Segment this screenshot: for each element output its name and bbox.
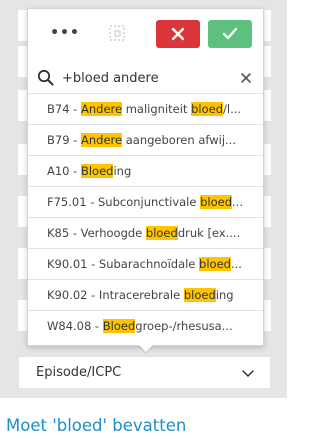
result-text: K90.01 - Subarachnoïdale	[47, 257, 200, 271]
popup-arrow	[139, 345, 153, 352]
result-item[interactable]: W84.08 - Bloedgroep-/rhesusa...	[28, 311, 263, 342]
popup-toolbar: •••	[28, 9, 263, 57]
search-hint: Moet 'bloed' bevatten	[6, 416, 187, 435]
result-item[interactable]: B74 - Andere maligniteit bloed/l...	[28, 94, 263, 125]
more-icon: •••	[50, 25, 80, 41]
result-text: A10 -	[47, 164, 81, 178]
result-item[interactable]: K85 - Verhoogde bloeddruk [ex....	[28, 218, 263, 249]
episode-select-label: Episode/ICPC	[36, 365, 122, 380]
result-match-highlight: bloed	[200, 195, 233, 209]
result-item[interactable]: F75.01 - Subconjunctivale bloed...	[28, 187, 263, 218]
result-match-highlight: bloed	[191, 102, 224, 116]
x-icon	[171, 27, 185, 41]
result-text: W84.08 -	[47, 319, 103, 333]
result-text: groep-/rhesusa...	[135, 319, 233, 333]
episode-icpc-select[interactable]: Episode/ICPC	[18, 356, 271, 389]
result-item[interactable]: B79 - Andere aangeboren afwij...	[28, 125, 263, 156]
result-text: F75.01 - Subconjunctivale	[47, 195, 201, 209]
chevron-down-icon	[242, 369, 254, 377]
result-text: K90.02 - Intracerebrale	[47, 288, 184, 302]
result-text: ing	[113, 164, 132, 178]
result-item[interactable]: K90.02 - Intracerebrale bloeding	[28, 280, 263, 311]
close-icon[interactable]	[239, 71, 253, 85]
more-options-button[interactable]: •••	[50, 21, 80, 45]
dashed-square-icon	[109, 25, 125, 41]
result-match-highlight: bloed	[145, 226, 178, 240]
search-bar	[28, 62, 263, 94]
result-match-highlight: Bloed	[80, 164, 114, 178]
result-match-highlight: bloed	[199, 257, 231, 271]
result-match-highlight: Andere	[80, 133, 123, 147]
search-icon	[37, 69, 54, 86]
result-text: druk [ex....	[177, 226, 241, 240]
result-text: ...	[232, 195, 243, 209]
result-text: /l...	[223, 102, 242, 116]
search-input[interactable]	[62, 66, 232, 90]
cancel-button[interactable]	[156, 20, 200, 48]
code-search-popup: ••• B74 - Andere maligniteit bloed/l...B…	[27, 8, 264, 346]
check-icon	[222, 27, 238, 40]
result-text: aangeboren afwij...	[122, 133, 236, 147]
result-match-highlight: Andere	[80, 102, 123, 116]
result-text: K85 - Verhoogde	[47, 226, 146, 240]
result-text: ing	[215, 288, 234, 302]
result-list: B74 - Andere maligniteit bloed/l... B79 -…	[28, 94, 263, 342]
confirm-button[interactable]	[208, 20, 252, 48]
result-text: B74 -	[47, 102, 81, 116]
result-text: B79 -	[47, 133, 81, 147]
result-match-highlight: bloed	[183, 288, 216, 302]
result-item[interactable]: K90.01 - Subarachnoïdale bloed...	[28, 249, 263, 280]
result-text: ...	[230, 257, 242, 271]
result-item[interactable]: A10 - Bloeding	[28, 156, 263, 187]
result-match-highlight: Bloed	[102, 319, 136, 333]
result-text: maligniteit	[122, 102, 192, 116]
